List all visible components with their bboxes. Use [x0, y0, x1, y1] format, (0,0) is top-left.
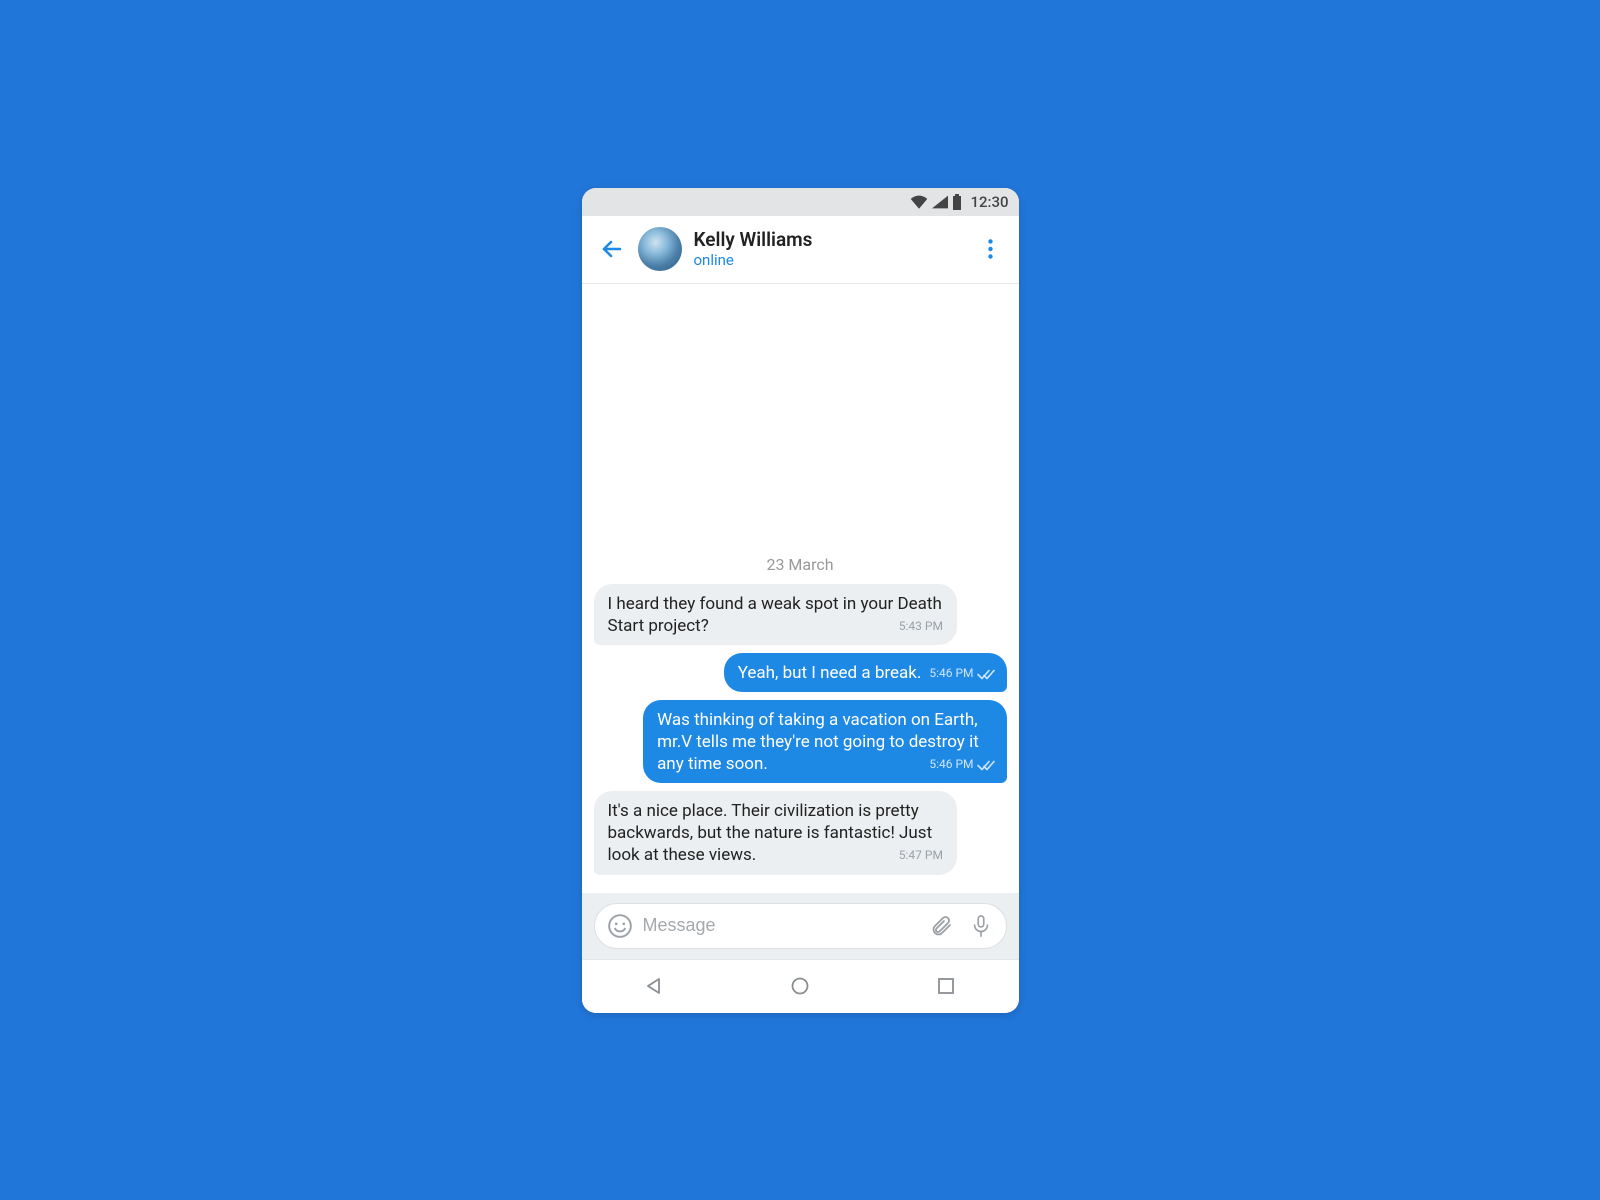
- read-receipt-icon: [977, 760, 993, 770]
- message-time: 5:46 PM: [929, 666, 973, 682]
- nav-home-button[interactable]: [780, 966, 820, 1006]
- message-meta: 5:46 PM: [929, 666, 992, 682]
- phone-frame: 12:30 Kelly Williams online 23 March I h…: [582, 188, 1019, 1013]
- contact-name: Kelly Williams: [694, 229, 977, 252]
- composer-bar: [582, 893, 1019, 959]
- message-text: Yeah, but I need a break.: [738, 663, 922, 683]
- message-meta: 5:47 PM: [899, 848, 943, 864]
- microphone-icon[interactable]: [964, 909, 998, 943]
- nav-back-button[interactable]: [634, 966, 674, 1006]
- nav-recents-button[interactable]: [926, 966, 966, 1006]
- attachment-icon[interactable]: [924, 909, 958, 943]
- contact-status: online: [694, 251, 977, 269]
- wifi-icon: [910, 195, 928, 209]
- contact-info[interactable]: Kelly Williams online: [694, 229, 977, 270]
- read-receipt-icon: [977, 669, 993, 679]
- avatar[interactable]: [638, 227, 682, 271]
- message-bubble-incoming[interactable]: It's a nice place. Their civilization is…: [594, 791, 957, 874]
- composer-pill: [594, 903, 1007, 949]
- message-input[interactable]: [643, 915, 918, 936]
- message-meta: 5:43 PM: [899, 619, 943, 635]
- message-text: I heard they found a weak spot in your D…: [608, 594, 942, 636]
- message-bubble-incoming[interactable]: I heard they found a weak spot in your D…: [594, 584, 957, 645]
- cell-signal-icon: [932, 195, 948, 209]
- chat-area[interactable]: 23 March I heard they found a weak spot …: [582, 284, 1019, 893]
- status-time: 12:30: [970, 193, 1008, 211]
- chat-header: Kelly Williams online: [582, 216, 1019, 284]
- message-meta: 5:46 PM: [929, 757, 992, 773]
- back-button[interactable]: [596, 233, 628, 265]
- message-text: It's a nice place. Their civilization is…: [608, 801, 933, 865]
- more-options-button[interactable]: [977, 229, 1005, 269]
- emoji-icon[interactable]: [603, 909, 637, 943]
- battery-icon: [952, 194, 962, 210]
- message-time: 5:47 PM: [899, 848, 943, 864]
- message-time: 5:46 PM: [929, 757, 973, 773]
- message-bubble-outgoing[interactable]: Was thinking of taking a vacation on Ear…: [643, 700, 1006, 783]
- android-nav-bar: [582, 959, 1019, 1013]
- status-bar: 12:30: [582, 188, 1019, 216]
- message-bubble-outgoing[interactable]: Yeah, but I need a break. 5:46 PM: [724, 653, 1007, 692]
- message-time: 5:43 PM: [899, 619, 943, 635]
- date-separator: 23 March: [766, 555, 833, 574]
